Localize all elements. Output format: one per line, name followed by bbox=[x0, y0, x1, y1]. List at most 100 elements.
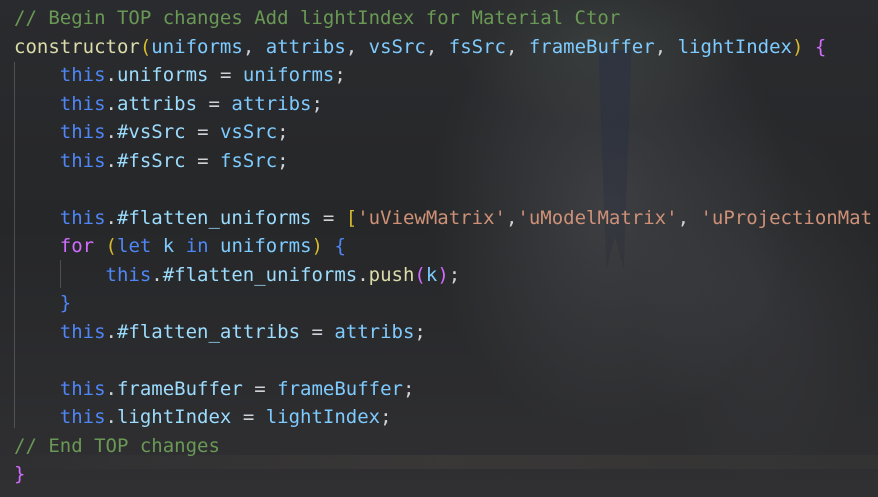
code-token: = bbox=[185, 149, 220, 172]
code-token: 'uViewMatrix' bbox=[357, 206, 506, 229]
code-token: in bbox=[185, 235, 209, 257]
code-token: fsSrc bbox=[219, 149, 278, 172]
code-line[interactable]: this.attribs = attribs; bbox=[0, 90, 878, 118]
code-token: #flatten_attribs bbox=[116, 320, 301, 343]
code-token: = bbox=[197, 92, 232, 115]
code-token: push bbox=[368, 263, 415, 286]
code-token: 'uModelMatrix' bbox=[517, 206, 678, 229]
code-token: this bbox=[59, 320, 106, 343]
code-token: this bbox=[59, 92, 106, 115]
code-token: { bbox=[334, 235, 346, 257]
code-token: , bbox=[242, 35, 266, 58]
code-token: ( bbox=[414, 263, 426, 286]
code-token: . bbox=[105, 406, 117, 428]
code-line[interactable] bbox=[0, 346, 878, 374]
code-token: ; bbox=[277, 121, 289, 143]
code-token: . bbox=[105, 320, 117, 343]
code-token: this bbox=[59, 64, 106, 86]
code-token: ; bbox=[414, 320, 426, 343]
code-token: } bbox=[14, 463, 26, 485]
code-token: let bbox=[117, 235, 152, 257]
code-token: = bbox=[231, 406, 266, 428]
code-token: = bbox=[242, 377, 278, 400]
code-token: this bbox=[59, 121, 106, 143]
code-line[interactable]: for (let k in uniforms) { bbox=[0, 232, 878, 260]
code-token: // End TOP changes bbox=[14, 434, 220, 457]
code-token: . bbox=[105, 377, 117, 400]
code-line[interactable]: } bbox=[0, 289, 878, 317]
code-token: ) bbox=[311, 235, 323, 257]
code-token: , bbox=[345, 35, 369, 58]
code-token: , bbox=[505, 35, 529, 58]
code-token: ; bbox=[448, 263, 461, 286]
code-token: . bbox=[105, 206, 117, 229]
code-token: = bbox=[185, 121, 220, 143]
code-token: ( bbox=[105, 235, 117, 257]
code-token: . bbox=[357, 263, 369, 286]
code-token: lightIndex bbox=[116, 406, 232, 428]
code-token: . bbox=[105, 92, 117, 115]
code-token: this bbox=[105, 263, 152, 286]
code-line[interactable]: this.frameBuffer = frameBuffer; bbox=[0, 375, 878, 403]
code-token: frameBuffer bbox=[277, 377, 403, 400]
code-token: k bbox=[425, 263, 438, 286]
code-token: this bbox=[59, 206, 106, 229]
code-line[interactable]: this.#flatten_uniforms = ['uViewMatrix',… bbox=[0, 204, 878, 232]
code-token: = bbox=[311, 206, 346, 229]
code-token: , bbox=[654, 35, 678, 58]
code-token: ; bbox=[403, 377, 415, 400]
code-token: , bbox=[677, 206, 701, 229]
code-line[interactable]: this.#vsSrc = vsSrc; bbox=[0, 118, 878, 146]
code-token: . bbox=[105, 121, 117, 143]
code-token: uniforms bbox=[116, 64, 209, 86]
code-line[interactable]: this.uniforms = uniforms; bbox=[0, 61, 878, 89]
code-token: [ bbox=[345, 206, 358, 229]
code-token: ; bbox=[311, 92, 323, 115]
code-token: #flatten_uniforms bbox=[116, 206, 312, 229]
code-line[interactable]: this.#fsSrc = fsSrc; bbox=[0, 147, 878, 175]
code-token: k bbox=[162, 235, 175, 257]
code-token: } bbox=[59, 292, 72, 314]
code-token: // Begin TOP changes Add lightIndex for … bbox=[14, 7, 621, 29]
code-token: , bbox=[425, 35, 449, 58]
code-token: . bbox=[105, 64, 117, 86]
code-line[interactable]: // Begin TOP changes Add lightIndex for … bbox=[0, 4, 878, 32]
code-token: attribs bbox=[265, 35, 346, 58]
code-token: frameBuffer bbox=[528, 35, 655, 58]
code-token: uniforms bbox=[151, 35, 243, 58]
code-token: ) bbox=[437, 263, 449, 286]
code-token: attribs bbox=[231, 92, 312, 115]
code-token: = bbox=[300, 320, 335, 343]
code-line[interactable]: this.lightIndex = lightIndex; bbox=[0, 403, 878, 431]
code-line[interactable]: } bbox=[0, 460, 878, 488]
code-line[interactable] bbox=[0, 175, 878, 203]
code-line[interactable]: this.#flatten_uniforms.push(k); bbox=[0, 261, 878, 289]
code-token: #fsSrc bbox=[116, 149, 186, 172]
code-token: lightIndex bbox=[265, 406, 381, 428]
code-line[interactable]: // End TOP changes bbox=[0, 432, 878, 460]
code-line[interactable]: constructor(uniforms, attribs, vsSrc, fs… bbox=[0, 33, 878, 61]
code-token: #flatten_uniforms bbox=[162, 263, 358, 286]
code-editor[interactable]: // Begin TOP changes Add lightIndex for … bbox=[0, 0, 878, 497]
code-token: ; bbox=[380, 406, 392, 428]
code-token: 'uProjectionMat bbox=[700, 206, 873, 229]
code-token: ; bbox=[277, 149, 289, 172]
code-token: uniforms bbox=[220, 235, 312, 257]
code-token: lightIndex bbox=[677, 35, 792, 58]
code-line[interactable]: this.#flatten_attribs = attribs; bbox=[0, 318, 878, 346]
